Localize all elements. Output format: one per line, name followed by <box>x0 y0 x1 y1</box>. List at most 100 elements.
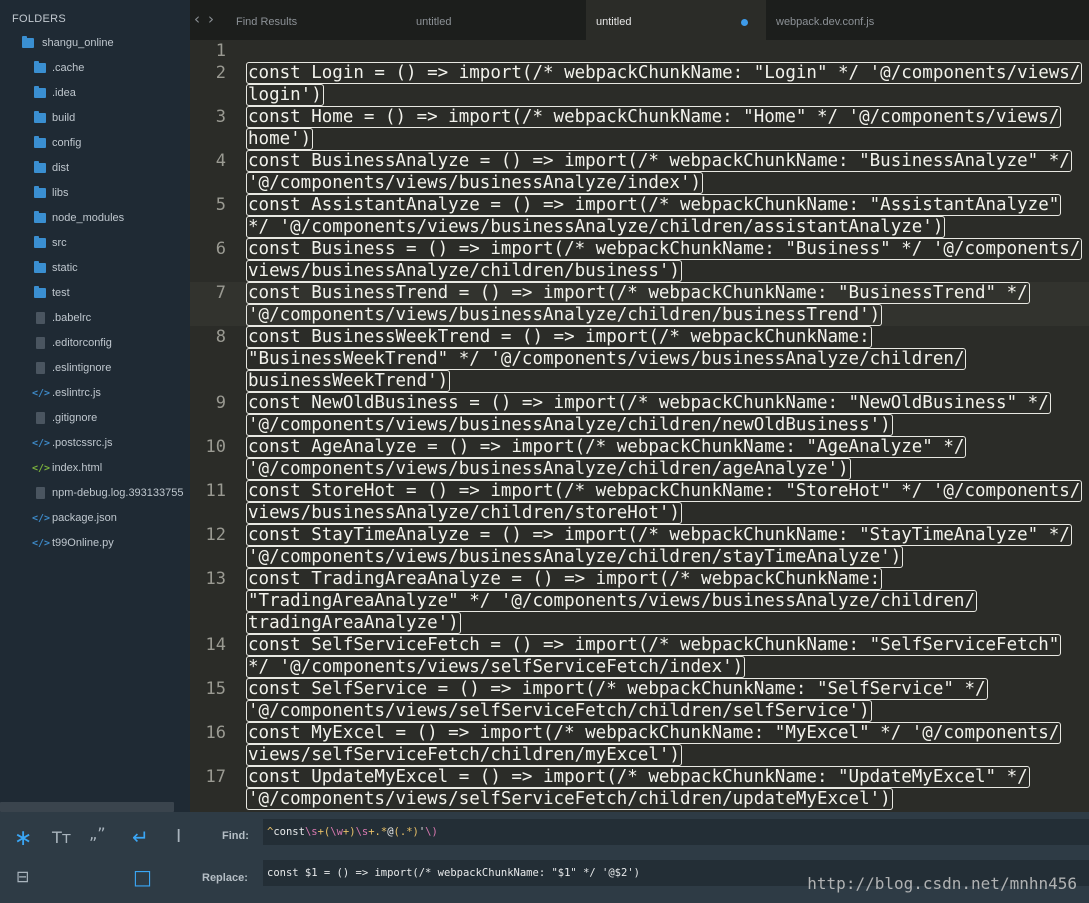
tree-item-label: package.json <box>52 512 117 524</box>
folder-icon <box>34 236 46 248</box>
code-line[interactable]: tradingAreaAnalyze') <box>246 612 1089 634</box>
code-line[interactable]: const NewOldBusiness = () => import(/* w… <box>246 392 1089 414</box>
search-match-highlight: const StayTimeAnalyze = () => import(/* … <box>246 524 1072 546</box>
line-number: 9 <box>215 393 226 413</box>
code-line[interactable]: const SelfServiceFetch = () => import(/*… <box>246 634 1089 656</box>
code-line[interactable]: const StoreHot = () => import(/* webpack… <box>246 480 1089 502</box>
code-line[interactable]: '@/components/views/businessAnalyze/inde… <box>246 172 1089 194</box>
chevron-right-icon[interactable]: › <box>208 10 214 28</box>
in-selection-icon[interactable]: I <box>176 826 181 847</box>
case-sensitive-icon[interactable]: Tт <box>52 828 71 847</box>
code-line[interactable]: const MyExcel = () => import(/* webpackC… <box>246 722 1089 744</box>
code-editor[interactable]: 1 2 const Login = () => import(/* webpackC… <box>190 40 1089 812</box>
code-line[interactable]: const TradingAreaAnalyze = () => import(… <box>246 568 1089 590</box>
code-line[interactable]: "TradingAreaAnalyze" */ '@/components/vi… <box>246 590 1089 612</box>
code-line[interactable]: '@/components/views/businessAnalyze/chil… <box>246 414 1089 436</box>
file-icon <box>36 337 45 349</box>
code-line[interactable]: login') <box>246 84 1089 106</box>
search-match-highlight: "TradingAreaAnalyze" */ '@/components/vi… <box>246 590 977 612</box>
search-match-highlight: const AssistantAnalyze = () => import(/*… <box>246 194 1062 216</box>
code-line[interactable]: views/businessAnalyze/children/storeHot'… <box>246 502 1089 524</box>
code-line[interactable]: const Login = () => import(/* webpackChu… <box>246 62 1089 84</box>
tab-webpack-dev-conf[interactable]: webpack.dev.conf.js <box>766 0 966 40</box>
search-match-highlight: businessWeekTrend') <box>246 370 451 392</box>
line-number: 13 <box>205 569 226 589</box>
line-number: 11 <box>205 481 226 501</box>
search-match-highlight: const AgeAnalyze = () => import(/* webpa… <box>246 436 967 458</box>
folder-open-icon <box>22 36 34 48</box>
sidebar: FOLDERS shangu_online .cache .idea build con… <box>0 0 190 812</box>
wrap-icon[interactable]: ↵ <box>132 825 149 849</box>
find-replace-panel: ∗ Tт „” ↵ I ⊟ □ Find: ^const\s+(\w+)\s+.… <box>0 812 1089 903</box>
code-line[interactable]: businessWeekTrend') <box>246 370 1089 392</box>
code-line[interactable]: '@/components/views/selfServiceFetch/chi… <box>246 788 1089 810</box>
code-line[interactable]: const SelfService = () => import(/* webp… <box>246 678 1089 700</box>
tree-item-label: t99Online.py <box>52 537 114 549</box>
code-line[interactable]: const AssistantAnalyze = () => import(/*… <box>246 194 1089 216</box>
tree-item-label: build <box>52 112 76 124</box>
line-number: 7 <box>215 283 226 303</box>
tab-untitled-1[interactable]: untitled <box>406 0 586 40</box>
tree-item-label: static <box>52 262 78 274</box>
code-line[interactable]: const AgeAnalyze = () => import(/* webpa… <box>246 436 1089 458</box>
code-line[interactable]: const BusinessTrend = () => import(/* we… <box>246 282 1089 304</box>
search-match-highlight: const UpdateMyExcel = () => import(/* we… <box>246 766 1030 788</box>
folder-icon <box>34 111 46 123</box>
line-number: 16 <box>205 723 226 743</box>
folder-icon <box>34 86 46 98</box>
code-file-icon: </> <box>32 438 51 449</box>
regex-icon[interactable]: ∗ <box>14 826 32 851</box>
whole-word-icon[interactable]: „” <box>89 824 106 843</box>
search-match-highlight: '@/components/views/businessAnalyze/chil… <box>246 414 893 436</box>
code-line[interactable]: '@/components/views/selfServiceFetch/chi… <box>246 700 1089 722</box>
chevron-left-icon[interactable]: ‹ <box>194 10 200 28</box>
code-line[interactable]: views/businessAnalyze/children/business'… <box>246 260 1089 282</box>
highlight-matches-icon[interactable]: □ <box>133 865 152 889</box>
tree-item-label: .idea <box>52 87 76 99</box>
sidebar-scrollbar[interactable] <box>0 802 174 812</box>
modified-dot-icon[interactable] <box>741 19 748 26</box>
tree-item-label: .eslintrc.js <box>52 387 101 399</box>
code-line[interactable]: '@/components/views/businessAnalyze/chil… <box>246 458 1089 480</box>
html-file-icon: </> <box>32 463 51 474</box>
code-line[interactable]: const Business = () => import(/* webpack… <box>246 238 1089 260</box>
file-icon <box>36 312 45 324</box>
code-line[interactable]: const Home = () => import(/* webpackChun… <box>246 106 1089 128</box>
code-line[interactable]: home') <box>246 128 1089 150</box>
folder-icon <box>34 61 46 73</box>
tab-untitled-active[interactable]: untitled <box>586 0 766 40</box>
tree-item-label: npm-debug.log.393133755 <box>52 487 184 499</box>
search-match-highlight: const StoreHot = () => import(/* webpack… <box>246 480 1083 502</box>
line-number: 5 <box>215 195 226 215</box>
tree-item-label: src <box>52 237 67 249</box>
code-line[interactable]: const StayTimeAnalyze = () => import(/* … <box>246 524 1089 546</box>
search-match-highlight: */ '@/components/views/businessAnalyze/c… <box>246 216 946 238</box>
preserve-case-icon[interactable]: ⊟ <box>16 867 29 886</box>
code-line[interactable]: "BusinessWeekTrend" */ '@/components/vie… <box>246 348 1089 370</box>
folder-icon <box>34 211 46 223</box>
find-input[interactable]: ^const\s+(\w+)\s+.*@(.*)'\) <box>263 819 1089 845</box>
search-match-highlight: '@/components/views/selfServiceFetch/chi… <box>246 788 893 810</box>
tree-item-label: .eslintignore <box>52 362 112 374</box>
search-match-highlight: const Login = () => import(/* webpackChu… <box>246 62 1083 84</box>
tree-item-label: config <box>52 137 82 149</box>
search-match-highlight: */ '@/components/views/selfServiceFetch/… <box>246 656 746 678</box>
code-line[interactable]: '@/components/views/businessAnalyze/chil… <box>246 546 1089 568</box>
tab-label: webpack.dev.conf.js <box>776 16 875 28</box>
tree-item-label: .editorconfig <box>52 337 112 349</box>
tab-find-results[interactable]: Find Results <box>226 0 406 40</box>
line-number: 3 <box>215 107 226 127</box>
code-line[interactable]: const BusinessWeekTrend = () => import(/… <box>246 326 1089 348</box>
code-line[interactable]: */ '@/components/views/selfServiceFetch/… <box>246 656 1089 678</box>
find-label: Find: <box>222 830 249 842</box>
search-match-highlight: home') <box>246 128 314 150</box>
line-number: 12 <box>205 525 226 545</box>
search-match-highlight: '@/components/views/businessAnalyze/chil… <box>246 546 904 568</box>
tree-item-label: node_modules <box>52 212 125 224</box>
code-line[interactable]: '@/components/views/businessAnalyze/chil… <box>246 304 1089 326</box>
code-line[interactable]: const UpdateMyExcel = () => import(/* we… <box>246 766 1089 788</box>
code-line[interactable]: */ '@/components/views/businessAnalyze/c… <box>246 216 1089 238</box>
code-line[interactable]: const BusinessAnalyze = () => import(/* … <box>246 150 1089 172</box>
file-icon <box>36 487 45 499</box>
code-line[interactable]: views/selfServiceFetch/children/myExcel'… <box>246 744 1089 766</box>
